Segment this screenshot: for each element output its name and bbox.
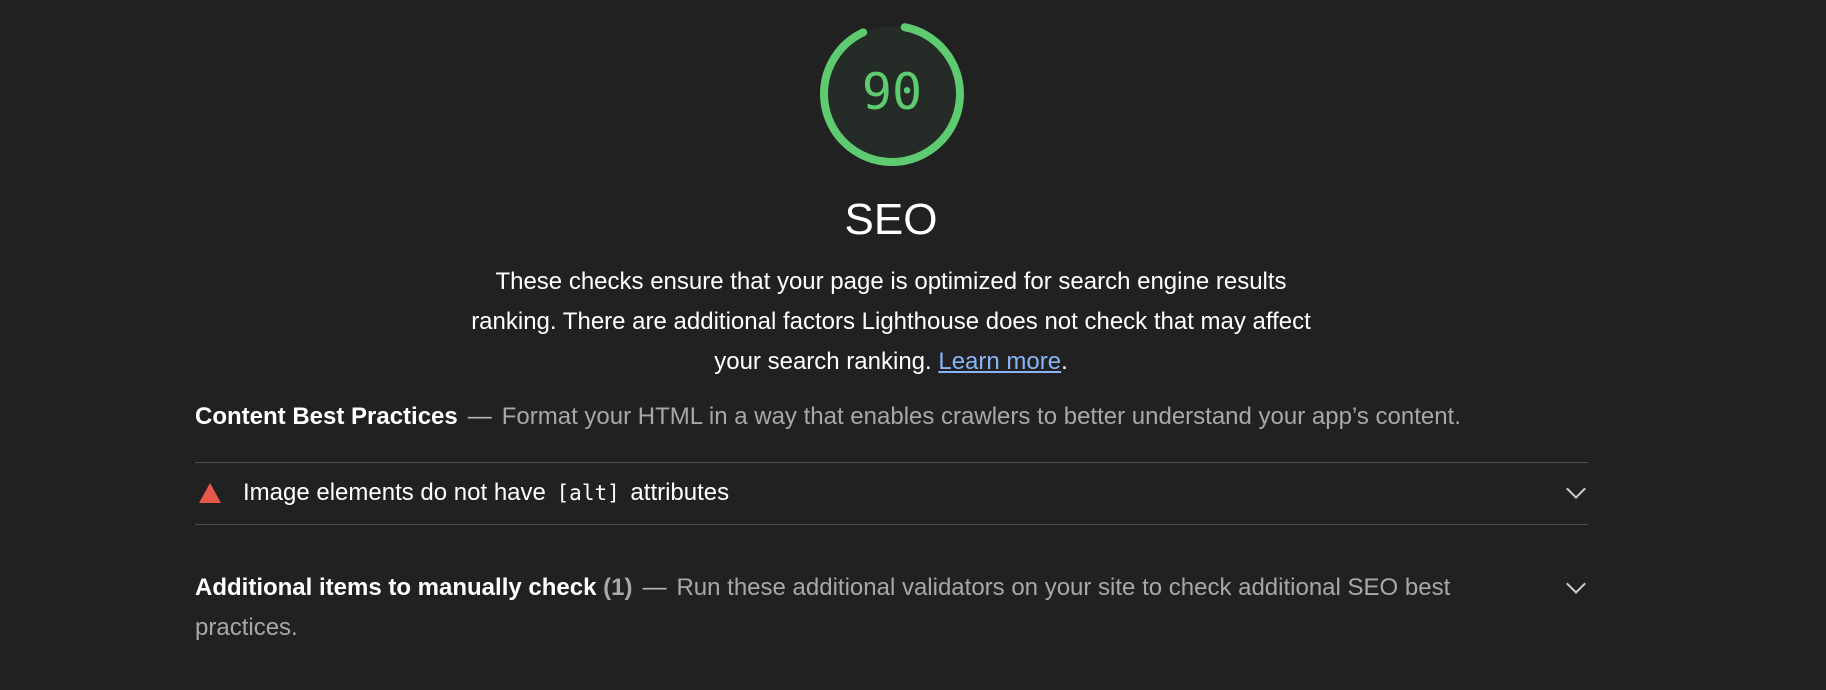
chevron-down-icon[interactable] (1566, 574, 1586, 594)
category-description: These checks ensure that your page is op… (471, 262, 1311, 382)
category-title: SEO (844, 195, 938, 244)
score-value: 90 (861, 63, 923, 121)
group-title: Content Best Practices (195, 403, 458, 430)
score-gauge: 90 (818, 20, 966, 168)
group-separator: — (467, 403, 492, 430)
manual-checks-title: Additional items to manually check (195, 574, 597, 601)
category-description-text: These checks ensure that your page is op… (471, 268, 1311, 375)
group-header: Content Best Practices — Format your HTML … (195, 400, 1595, 434)
divider-bottom (195, 524, 1588, 525)
audit-title-after: attributes (630, 479, 730, 506)
audit-title-before: Image elements do not have (243, 479, 546, 506)
manual-checks-count: (1) (603, 574, 633, 601)
learn-more-link[interactable]: Learn more (938, 348, 1061, 375)
seo-report: 90 SEO These checks ensure that your pag… (0, 0, 1826, 690)
audit-title-code: [alt] (556, 481, 620, 505)
chevron-down-icon[interactable] (1566, 479, 1586, 499)
audit-row-image-alt[interactable]: Image elements do not have [alt] attribu… (195, 463, 1588, 524)
manual-checks-text: Additional items to manually check (1) — R… (195, 568, 1525, 648)
warning-triangle-icon (199, 483, 221, 503)
group-description: Format your HTML in a way that enables c… (501, 403, 1461, 430)
manual-checks-row[interactable]: Additional items to manually check (1) — R… (195, 568, 1588, 648)
description-period: . (1061, 348, 1068, 375)
audit-title: Image elements do not have [alt] attribu… (243, 476, 729, 510)
manual-checks-separator: — (642, 574, 667, 601)
